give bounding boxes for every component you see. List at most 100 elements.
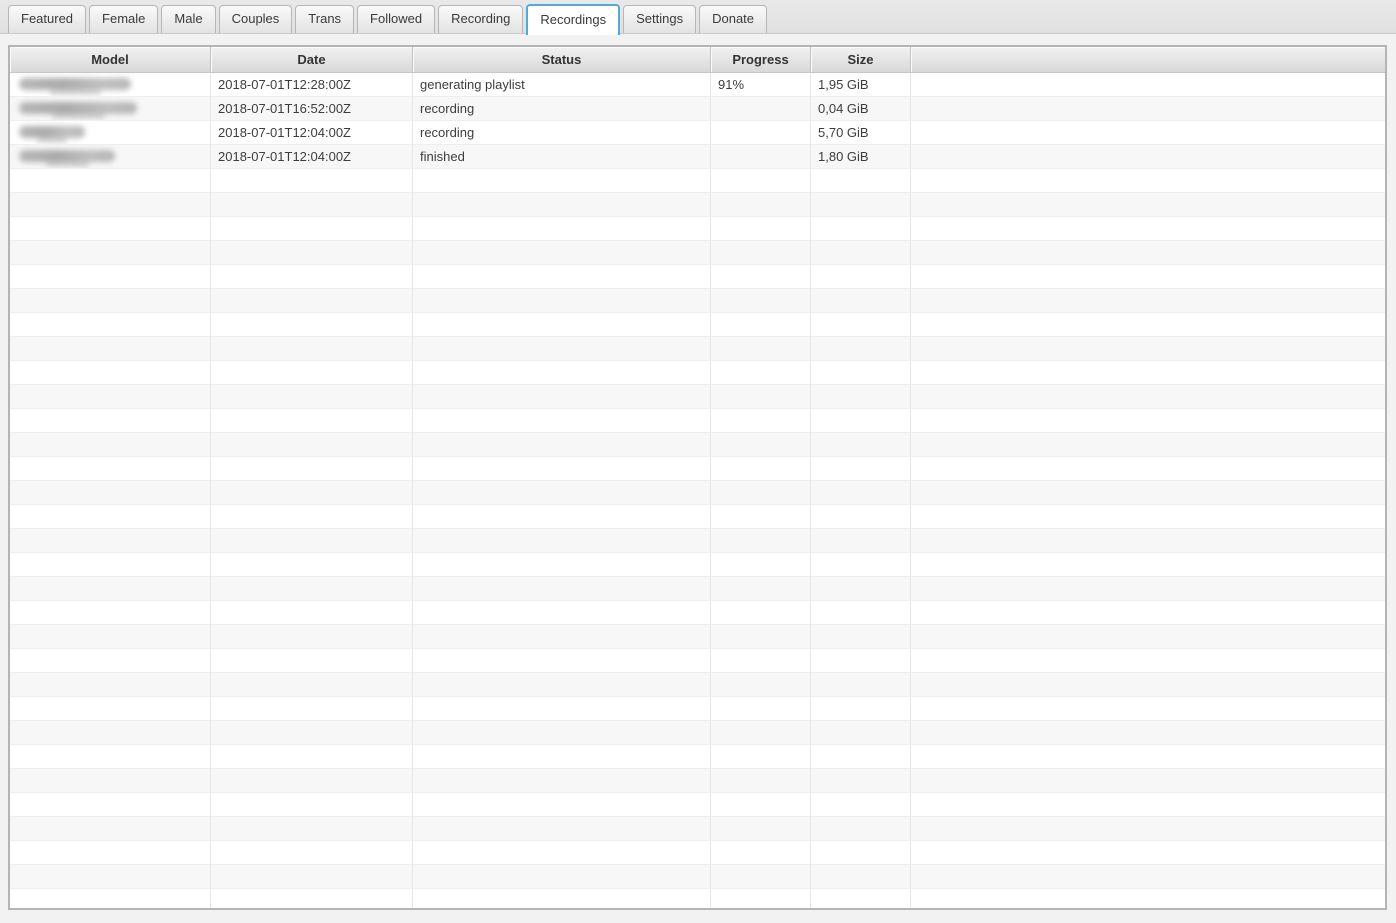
cell-extra-empty — [911, 625, 1385, 649]
cell-status-empty — [413, 841, 711, 865]
cell-model-empty — [10, 529, 211, 553]
cell-model — [10, 73, 211, 97]
recording-row[interactable]: 2018-07-01T12:04:00Zrecording5,70 GiB — [10, 121, 1385, 145]
column-header-status[interactable]: Status — [413, 47, 711, 73]
cell-extra — [911, 121, 1385, 145]
cell-status-empty — [413, 217, 711, 241]
empty-row — [10, 769, 1385, 793]
cell-size-empty — [811, 889, 911, 910]
cell-progress-empty — [711, 769, 811, 793]
cell-model — [10, 145, 211, 169]
cell-date-empty — [211, 553, 413, 577]
recording-row[interactable]: 2018-07-01T12:04:00Zfinished1,80 GiB — [10, 145, 1385, 169]
cell-size-empty — [811, 193, 911, 217]
tab-couples[interactable]: Couples — [219, 5, 293, 33]
empty-row — [10, 433, 1385, 457]
cell-size-empty — [811, 217, 911, 241]
cell-status: recording — [413, 97, 711, 121]
recording-row[interactable]: 2018-07-01T12:28:00Zgenerating playlist9… — [10, 73, 1385, 97]
cell-date-empty — [211, 673, 413, 697]
cell-date: 2018-07-01T12:28:00Z — [211, 73, 413, 97]
cell-extra-empty — [911, 529, 1385, 553]
tab-trans[interactable]: Trans — [295, 5, 354, 33]
cell-date-empty — [211, 385, 413, 409]
cell-status-empty — [413, 721, 711, 745]
cell-status-empty — [413, 601, 711, 625]
cell-model-empty — [10, 457, 211, 481]
tab-featured[interactable]: Featured — [8, 5, 86, 33]
cell-size-empty — [811, 577, 911, 601]
table-header-row: ModelDateStatusProgressSize — [10, 47, 1385, 73]
cell-model-empty — [10, 817, 211, 841]
cell-extra-empty — [911, 889, 1385, 910]
cell-size-empty — [811, 769, 911, 793]
cell-extra-empty — [911, 577, 1385, 601]
cell-status-empty — [413, 793, 711, 817]
cell-status-empty — [413, 889, 711, 910]
cell-date-empty — [211, 601, 413, 625]
cell-size-empty — [811, 505, 911, 529]
cell-model-empty — [10, 361, 211, 385]
cell-model-empty — [10, 601, 211, 625]
cell-status-empty — [413, 409, 711, 433]
cell-size-empty — [811, 817, 911, 841]
cell-size-empty — [811, 265, 911, 289]
cell-status-empty — [413, 457, 711, 481]
cell-status-empty — [413, 361, 711, 385]
cell-date-empty — [211, 649, 413, 673]
cell-status-empty — [413, 697, 711, 721]
cell-date-empty — [211, 769, 413, 793]
cell-extra — [911, 73, 1385, 97]
cell-status-empty — [413, 337, 711, 361]
column-header-progress[interactable]: Progress — [711, 47, 811, 73]
tab-followed[interactable]: Followed — [357, 5, 435, 33]
tab-female[interactable]: Female — [89, 5, 158, 33]
cell-progress-empty — [711, 745, 811, 769]
cell-extra-empty — [911, 409, 1385, 433]
empty-row — [10, 457, 1385, 481]
cell-size-empty — [811, 793, 911, 817]
app-window: FeaturedFemaleMaleCouplesTransFollowedRe… — [0, 0, 1396, 923]
cell-progress — [711, 145, 811, 169]
empty-row — [10, 289, 1385, 313]
cell-extra-empty — [911, 769, 1385, 793]
cell-size-empty — [811, 865, 911, 889]
cell-progress-empty — [711, 673, 811, 697]
cell-model-empty — [10, 265, 211, 289]
empty-row — [10, 361, 1385, 385]
recording-row[interactable]: 2018-07-01T16:52:00Zrecording0,04 GiB — [10, 97, 1385, 121]
empty-row — [10, 601, 1385, 625]
cell-date-empty — [211, 793, 413, 817]
cell-size-empty — [811, 673, 911, 697]
cell-progress-empty — [711, 601, 811, 625]
cell-status-empty — [413, 553, 711, 577]
cell-progress-empty — [711, 409, 811, 433]
cell-date-empty — [211, 409, 413, 433]
column-header-size[interactable]: Size — [811, 47, 911, 73]
empty-row — [10, 505, 1385, 529]
empty-row — [10, 577, 1385, 601]
cell-status-empty — [413, 385, 711, 409]
cell-status-empty — [413, 577, 711, 601]
cell-size-empty — [811, 625, 911, 649]
cell-extra-empty — [911, 553, 1385, 577]
empty-row — [10, 169, 1385, 193]
empty-row — [10, 481, 1385, 505]
cell-date-empty — [211, 745, 413, 769]
cell-progress-empty — [711, 265, 811, 289]
cell-status: finished — [413, 145, 711, 169]
cell-progress-empty — [711, 337, 811, 361]
tab-recordings[interactable]: Recordings — [526, 4, 620, 35]
tab-male[interactable]: Male — [161, 5, 215, 33]
tab-recording[interactable]: Recording — [438, 5, 523, 33]
cell-extra-empty — [911, 841, 1385, 865]
column-header-date[interactable]: Date — [211, 47, 413, 73]
cell-model-empty — [10, 337, 211, 361]
column-header-model[interactable]: Model — [10, 47, 211, 73]
cell-progress-empty — [711, 625, 811, 649]
tab-donate[interactable]: Donate — [699, 5, 767, 33]
cell-progress-empty — [711, 529, 811, 553]
cell-extra-empty — [911, 265, 1385, 289]
cell-date-empty — [211, 697, 413, 721]
tab-settings[interactable]: Settings — [623, 5, 696, 33]
